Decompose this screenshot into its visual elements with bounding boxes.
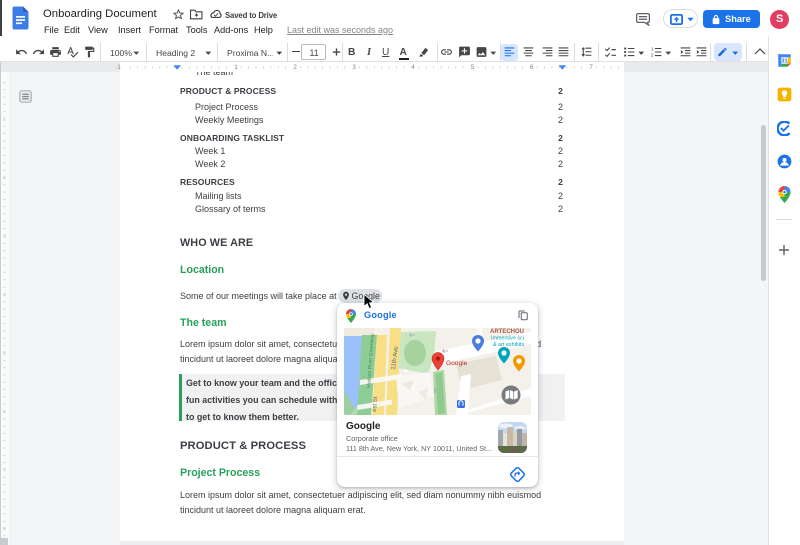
svg-text:2: 2 bbox=[651, 52, 654, 57]
svg-text:& art exhibits: & art exhibits bbox=[493, 342, 524, 348]
svg-text:Google: Google bbox=[446, 360, 468, 367]
svg-text:6: 6 bbox=[3, 409, 6, 415]
svg-text:7: 7 bbox=[589, 64, 593, 71]
svg-text:1: 1 bbox=[234, 64, 238, 71]
svg-text:3: 3 bbox=[352, 64, 356, 71]
svg-text:3: 3 bbox=[3, 234, 6, 240]
svg-text:Immersive sci: Immersive sci bbox=[491, 336, 524, 342]
svg-text:ARTECHOU: ARTECHOU bbox=[490, 329, 524, 335]
svg-text:6: 6 bbox=[530, 64, 534, 71]
svg-text:5: 5 bbox=[3, 351, 6, 357]
svg-text:2: 2 bbox=[293, 64, 297, 71]
svg-text:5: 5 bbox=[471, 64, 475, 71]
svg-text:7: 7 bbox=[3, 468, 6, 474]
svg-text:1: 1 bbox=[651, 46, 654, 51]
svg-text:4: 4 bbox=[3, 292, 6, 298]
svg-text:2: 2 bbox=[3, 175, 6, 181]
svg-text:1: 1 bbox=[3, 117, 6, 123]
svg-text:31: 31 bbox=[781, 59, 787, 65]
svg-text:est St: est St bbox=[372, 396, 379, 412]
svg-text:1: 1 bbox=[117, 64, 121, 71]
svg-text:8: 8 bbox=[3, 526, 6, 532]
svg-text:4: 4 bbox=[411, 64, 415, 71]
